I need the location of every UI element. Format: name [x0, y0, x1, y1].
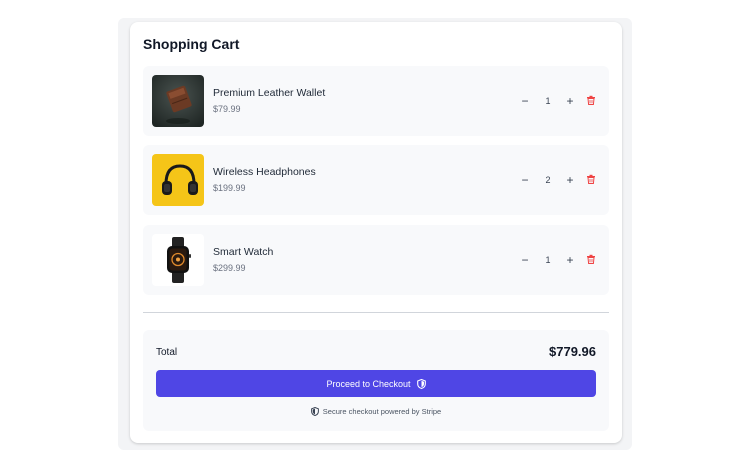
secure-checkout-note: Secure checkout powered by Stripe — [143, 407, 609, 416]
decrease-quantity-button[interactable]: − — [518, 253, 532, 267]
decrease-quantity-button[interactable]: − — [518, 94, 532, 108]
increase-quantity-button[interactable]: + — [563, 253, 577, 267]
item-name: Wireless Headphones — [213, 166, 316, 178]
increase-quantity-button[interactable]: + — [563, 94, 577, 108]
shield-icon — [416, 378, 426, 389]
product-image-headphones — [152, 154, 204, 206]
quantity-value: 2 — [545, 175, 551, 185]
cart-item-wallet: Premium Leather Wallet $79.99 − 1 + — [143, 66, 609, 136]
increase-quantity-button[interactable]: + — [563, 173, 577, 187]
quantity-value: 1 — [545, 96, 551, 106]
shield-icon — [310, 407, 319, 416]
cart-card: Shopping Cart Premium Leather Wallet $79… — [130, 22, 622, 443]
checkout-label: Proceed to Checkout — [326, 378, 411, 389]
product-image-smartwatch — [152, 234, 204, 286]
item-name: Smart Watch — [213, 246, 274, 258]
item-price: $299.99 — [213, 263, 246, 273]
product-image-wallet — [152, 75, 204, 127]
total-label: Total — [156, 347, 178, 358]
remove-item-button[interactable] — [584, 94, 598, 108]
secure-note-text: Secure checkout powered by Stripe — [322, 407, 442, 416]
quantity-value: 1 — [545, 255, 551, 265]
cart-item-smartwatch: Smart Watch $299.99 − 1 + — [143, 225, 609, 295]
decrease-quantity-button[interactable]: − — [518, 173, 532, 187]
remove-item-button[interactable] — [584, 173, 598, 187]
order-summary: Total $779.96 Proceed to Checkout Secure… — [143, 330, 609, 431]
trash-icon — [587, 95, 595, 105]
trash-icon — [587, 174, 595, 184]
item-price: $79.99 — [213, 104, 241, 114]
item-name: Premium Leather Wallet — [213, 87, 326, 99]
section-divider — [143, 312, 609, 313]
total-value: $779.96 — [549, 344, 596, 359]
trash-icon — [587, 254, 595, 264]
page-title: Shopping Cart — [143, 36, 240, 52]
item-price: $199.99 — [213, 183, 246, 193]
checkout-button[interactable]: Proceed to Checkout — [156, 370, 596, 397]
remove-item-button[interactable] — [584, 253, 598, 267]
cart-item-headphones: Wireless Headphones $199.99 − 2 + — [143, 145, 609, 215]
